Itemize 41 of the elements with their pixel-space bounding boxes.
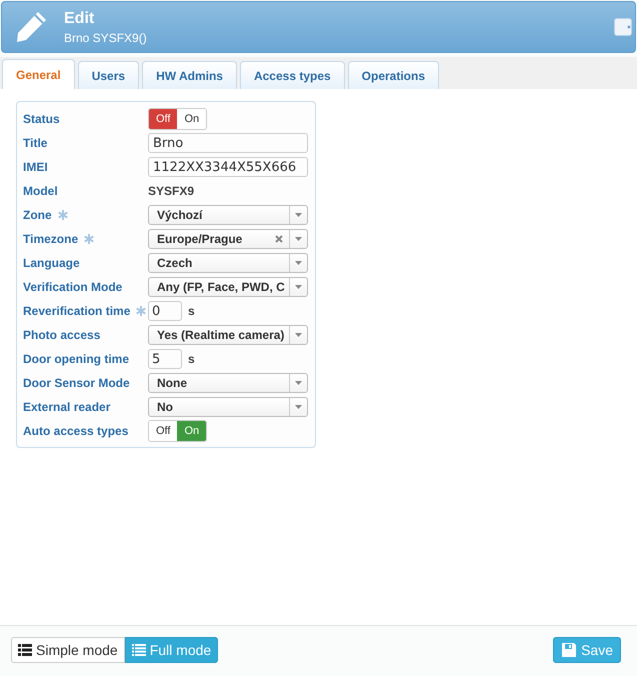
field-label: Verification Mode [23,280,122,294]
mode-button[interactable]: Simple mode [11,637,125,663]
dialog-title: Edit [64,10,96,28]
select-field[interactable]: Výchozí [148,205,308,225]
close-button[interactable] [614,18,632,36]
tab[interactable]: Users [78,61,140,89]
tab[interactable]: Operations [348,61,440,89]
select-field[interactable]: None [148,373,308,393]
tab[interactable]: HW Admins [142,61,237,89]
number-field[interactable]: 0 [148,301,182,321]
field-label: Title [23,136,48,150]
field-label: IMEI [23,160,48,174]
unit-label: s [188,352,195,366]
select-field[interactable]: Any (FP, Face, PWD, C [148,277,308,297]
select-field[interactable]: Europe/Prague [148,229,308,249]
select-field[interactable]: Yes (Realtime camera) [148,325,308,345]
field-label: Language [23,256,80,270]
text-field[interactable]: 1122XX3344X55X666 [148,157,308,177]
list-icon [18,644,32,656]
field-label: External reader [23,400,110,414]
field-label: Zone [23,208,52,222]
field-label: Model [23,184,58,198]
dialog-subtitle: Brno SYSFX9() [64,30,147,44]
field-value: SYSFX9 [148,184,194,198]
list-icon [132,644,146,656]
select-field[interactable]: Czech [148,253,308,273]
field-label: Auto access types [23,424,128,438]
field-label: Door opening time [23,352,129,366]
field-label: Timezone [23,232,78,246]
unit-label: s [188,304,195,318]
field-label: Status [23,112,60,126]
toggle-switch[interactable]: Off On [148,108,208,130]
toggle-switch[interactable]: Off On [148,420,208,442]
pencil-icon [14,10,48,44]
text-field[interactable]: Brno [148,133,308,153]
tab[interactable]: Access types [240,61,345,89]
field-label: Photo access [23,328,100,342]
field-label: Door Sensor Mode [23,376,130,390]
select-field[interactable]: No [148,397,308,417]
field-label: Reverification time [23,304,130,318]
number-field[interactable]: 5 [148,349,182,369]
